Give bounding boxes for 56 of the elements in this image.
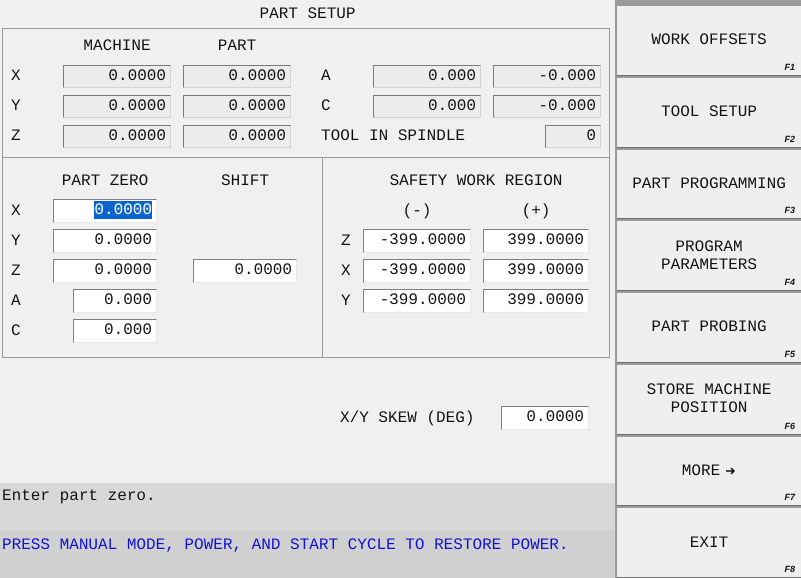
input-field[interactable]: 399.0000	[483, 229, 589, 253]
axis-label: Y	[341, 292, 352, 310]
softkey-button[interactable]: TOOL SETUP F2	[617, 78, 801, 148]
axis-label: C	[11, 322, 22, 340]
axis-label: Z	[11, 127, 22, 145]
softkey-button[interactable]: PART PROBING F5	[617, 293, 801, 363]
column-header: PART ZERO	[60, 172, 150, 190]
readout-field: -0.000	[493, 94, 601, 118]
softkey-button[interactable]: PART PROGRAMMING F3	[617, 150, 801, 220]
axis-label: A	[321, 67, 332, 85]
input-field[interactable]: -399.0000	[363, 229, 471, 253]
column-header: (+)	[520, 202, 552, 220]
right-arrow-icon	[726, 466, 736, 475]
readout-field: 0.000	[373, 64, 481, 88]
softkey-button[interactable]: MORE F7	[617, 436, 801, 506]
input-field[interactable]: 0.000	[73, 319, 157, 343]
softkey-button[interactable]: PROGRAM PARAMETERS F4	[617, 221, 801, 291]
column-header: MACHINE	[82, 37, 152, 55]
field-label: TOOL IN SPINDLE	[321, 127, 466, 145]
input-field[interactable]: 0.0000	[53, 229, 157, 253]
input-field[interactable]: -399.0000	[363, 289, 471, 313]
column-header: (-)	[402, 202, 432, 220]
readout-field: 0.0000	[63, 94, 171, 118]
axis-label: Z	[11, 262, 22, 280]
column-header: SHIFT	[220, 172, 270, 190]
softkey-button[interactable]: STORE MACHINE POSITION F6	[617, 364, 801, 434]
section-title: SAFETY WORK REGION	[388, 172, 564, 190]
input-field[interactable]: -399.0000	[363, 259, 471, 283]
readout-field: 0.0000	[63, 124, 171, 148]
readout-field: 0.0000	[63, 64, 171, 88]
axis-label: C	[321, 97, 332, 115]
readout-field: 0.0000	[183, 94, 291, 118]
input-field[interactable]: 0.000	[73, 289, 157, 313]
readout-field: 0.0000	[183, 64, 291, 88]
axis-label: X	[11, 67, 22, 85]
input-field[interactable]: 399.0000	[483, 289, 589, 313]
axis-label: Y	[11, 97, 22, 115]
input-field[interactable]: 0.0000	[193, 259, 297, 283]
softkey-button[interactable]: WORK OFFSETS F1	[617, 6, 801, 76]
field-label: X/Y SKEW (DEG)	[340, 409, 476, 427]
axis-label: X	[341, 262, 352, 280]
readout-field: -0.000	[493, 64, 601, 88]
axis-label: Z	[341, 232, 352, 250]
softkey-button[interactable]: EXIT F8	[617, 508, 801, 578]
axis-label: A	[11, 292, 22, 310]
readout-field: 0	[545, 124, 601, 148]
screen-title: PART SETUP	[258, 4, 356, 25]
axis-label: Y	[11, 232, 22, 250]
axis-label: X	[11, 202, 22, 220]
input-field[interactable]: 0.0000	[501, 406, 589, 430]
input-field[interactable]: 0.0000	[53, 199, 157, 223]
readout-field: 0.0000	[183, 124, 291, 148]
column-header: PART	[216, 37, 258, 55]
input-field[interactable]: 399.0000	[483, 259, 589, 283]
readout-field: 0.000	[373, 94, 481, 118]
input-field[interactable]: 0.0000	[53, 259, 157, 283]
